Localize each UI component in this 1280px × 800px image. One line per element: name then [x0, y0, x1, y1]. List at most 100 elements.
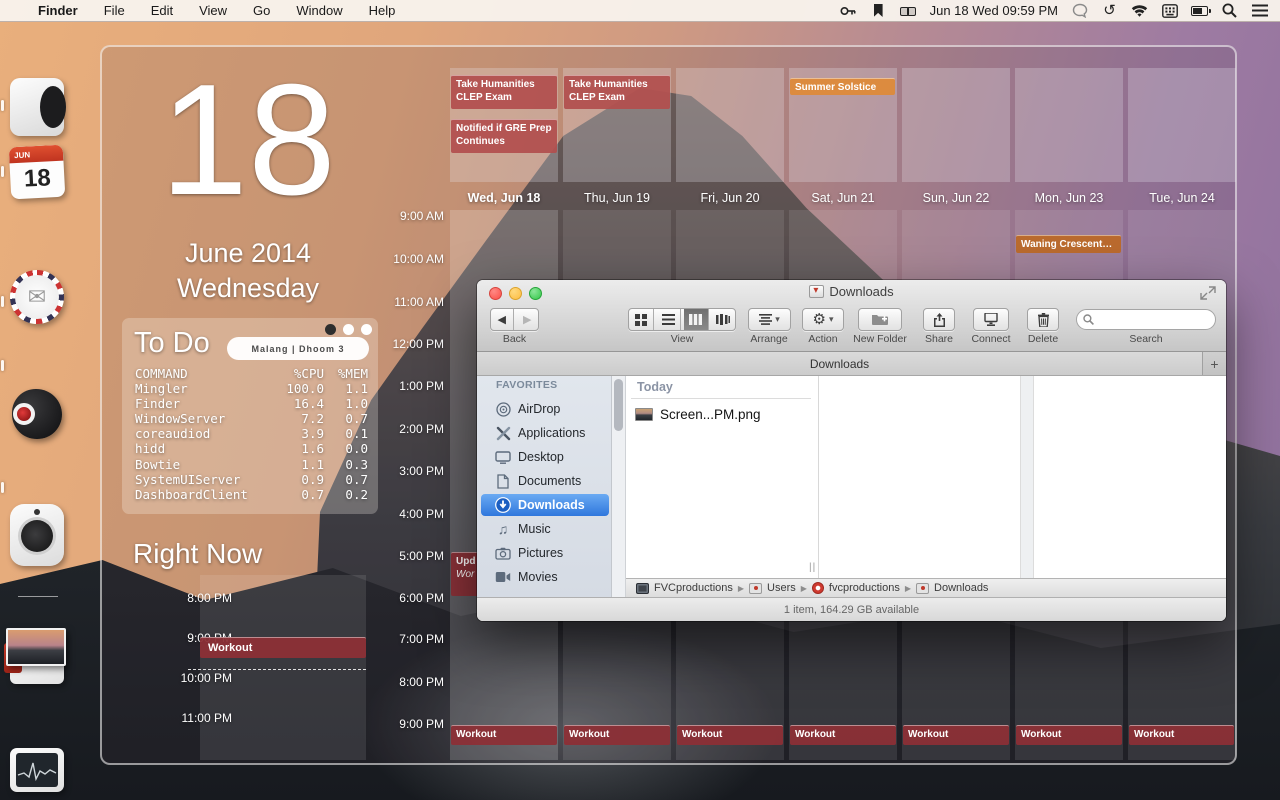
computer-icon — [636, 583, 649, 594]
right-now-title: Right Now — [133, 538, 262, 570]
sidebar-item-downloads-selected[interactable]: Downloads — [481, 494, 609, 516]
action-button[interactable]: ⚙▾ — [802, 308, 844, 331]
delete-button[interactable] — [1027, 308, 1059, 331]
glasses-icon[interactable] — [900, 3, 917, 19]
sidebar-scrollbar[interactable] — [612, 376, 626, 597]
time-machine-icon[interactable]: ↺ — [1101, 3, 1118, 19]
event-workout[interactable]: Workout — [677, 725, 783, 745]
column-view: Today Screen...PM.png || — [626, 376, 1226, 578]
back-button[interactable]: ◀ — [491, 309, 514, 330]
dock-minimized-window-thumbnail[interactable] — [6, 628, 66, 666]
search-input[interactable] — [1076, 309, 1216, 330]
dock-icon-machine-app[interactable] — [10, 78, 64, 136]
dock-divider — [18, 596, 58, 597]
arrange-label: Arrange — [743, 333, 795, 345]
path-item-users[interactable]: Users — [767, 582, 796, 594]
event-gre-prep[interactable]: Notified if GRE Prep Continues — [451, 119, 557, 153]
sidebar-item-applications[interactable]: Applications — [481, 422, 609, 444]
wifi-icon[interactable] — [1131, 3, 1148, 19]
event-workout[interactable]: Workout — [1129, 725, 1234, 745]
tab-bar: Downloads + — [477, 352, 1226, 376]
bookmark-icon[interactable] — [870, 3, 887, 19]
menu-item-edit[interactable]: Edit — [151, 3, 173, 18]
allday-cell — [1015, 68, 1123, 182]
share-button[interactable] — [923, 308, 955, 331]
event-workout[interactable]: Workout — [790, 725, 896, 745]
dock-icon-calendar[interactable]: JUN 18 — [9, 145, 66, 200]
password-key-icon[interactable] — [840, 3, 857, 19]
process-header: COMMAND %CPU %MEM — [135, 366, 368, 381]
event-workout[interactable]: Workout — [903, 725, 1009, 745]
keyboard-viewer-icon[interactable] — [1161, 3, 1178, 19]
arrange-button[interactable]: ▾ — [748, 308, 791, 331]
dock-icon-activity-tablet[interactable] — [10, 748, 64, 792]
delete-label: Delete — [1021, 333, 1065, 345]
day-header: Wed, Jun 18 — [450, 191, 558, 205]
icon-view-button[interactable] — [629, 309, 654, 330]
page-dot-active[interactable] — [325, 324, 336, 335]
coverflow-view-button[interactable] — [712, 309, 736, 330]
list-view-button[interactable] — [657, 309, 682, 330]
time-label: 8:00 PM — [382, 675, 444, 689]
menu-item-view[interactable]: View — [199, 3, 227, 18]
column-view-button-selected[interactable] — [684, 309, 709, 330]
sidebar-item-desktop[interactable]: Desktop — [481, 446, 609, 468]
right-now-workout-event[interactable]: Workout — [200, 637, 366, 658]
event-summer-solstice[interactable]: Summer Solstice — [790, 78, 895, 95]
event-waning-crescent[interactable]: Waning Crescent… — [1016, 235, 1121, 253]
notification-center-icon[interactable] — [1251, 3, 1268, 19]
window-chrome[interactable]: Downloads ◀ ▶ Back View — [477, 280, 1226, 352]
time-label: 1:00 PM — [382, 379, 444, 393]
day-header: Sat, Jun 21 — [789, 191, 897, 205]
dock-icon-browser-sphere[interactable] — [10, 387, 64, 441]
fullscreen-icon[interactable] — [1200, 286, 1216, 300]
tab-downloads[interactable]: Downloads — [477, 352, 1203, 375]
column-divider[interactable] — [818, 376, 819, 578]
sidebar-item-partial[interactable] — [481, 590, 609, 597]
event-clep-exam[interactable]: Take Humanities CLEP Exam — [451, 75, 557, 109]
page-dot[interactable] — [343, 324, 354, 335]
menu-item-help[interactable]: Help — [369, 3, 396, 18]
sidebar-item-pictures[interactable]: Pictures — [481, 542, 609, 564]
sidebar-section-favorites: FAVORITES — [496, 379, 557, 391]
path-item-downloads[interactable]: Downloads — [934, 582, 988, 594]
column-resize-handle[interactable]: || — [809, 562, 816, 573]
forward-button[interactable]: ▶ — [517, 309, 539, 330]
menu-item-file[interactable]: File — [104, 3, 125, 18]
file-row[interactable]: Screen...PM.png — [631, 403, 813, 425]
connect-button[interactable] — [973, 308, 1009, 331]
pictures-icon — [495, 545, 511, 561]
day-header: Tue, Jun 24 — [1128, 191, 1236, 205]
battery-icon[interactable] — [1191, 3, 1208, 19]
new-tab-button[interactable]: + — [1203, 352, 1226, 375]
running-indicator — [1, 482, 4, 493]
menu-clock[interactable]: Jun 18 Wed 09:59 PM — [930, 3, 1058, 18]
scrollbar-thumb[interactable] — [614, 379, 623, 431]
date-widget-day: 18 — [118, 52, 378, 229]
back-label: Back — [490, 333, 539, 345]
sidebar-item-documents[interactable]: Documents — [481, 470, 609, 492]
event-workout[interactable]: Workout — [451, 725, 557, 745]
dock-icon-speaker-cam[interactable] — [10, 504, 64, 566]
dock-icon-mail[interactable] — [10, 270, 64, 324]
spotlight-icon[interactable] — [1221, 3, 1238, 19]
column-divider-band[interactable] — [1020, 376, 1034, 578]
menu-item-window[interactable]: Window — [296, 3, 342, 18]
menu-item-go[interactable]: Go — [253, 3, 270, 18]
menu-app-name[interactable]: Finder — [38, 3, 78, 18]
path-item-home[interactable]: fvcproductions — [829, 582, 900, 594]
event-clep-exam[interactable]: Take Humanities CLEP Exam — [564, 75, 670, 109]
process-row: hidd1.60.0 — [135, 441, 368, 456]
path-item-computer[interactable]: FVCproductions — [654, 582, 733, 594]
date-widget-weekday: Wednesday — [118, 273, 378, 304]
event-workout[interactable]: Workout — [564, 725, 670, 745]
new-folder-button[interactable] — [858, 308, 902, 331]
share-label: Share — [917, 333, 961, 345]
page-dot[interactable] — [361, 324, 372, 335]
allday-cell — [1128, 68, 1236, 182]
sidebar-item-movies[interactable]: Movies — [481, 566, 609, 588]
sidebar-item-airdrop[interactable]: AirDrop — [481, 398, 609, 420]
sidebar-item-music[interactable]: ♫ Music — [481, 518, 609, 540]
event-workout[interactable]: Workout — [1016, 725, 1122, 745]
imessage-bubble-icon[interactable] — [1071, 3, 1088, 19]
